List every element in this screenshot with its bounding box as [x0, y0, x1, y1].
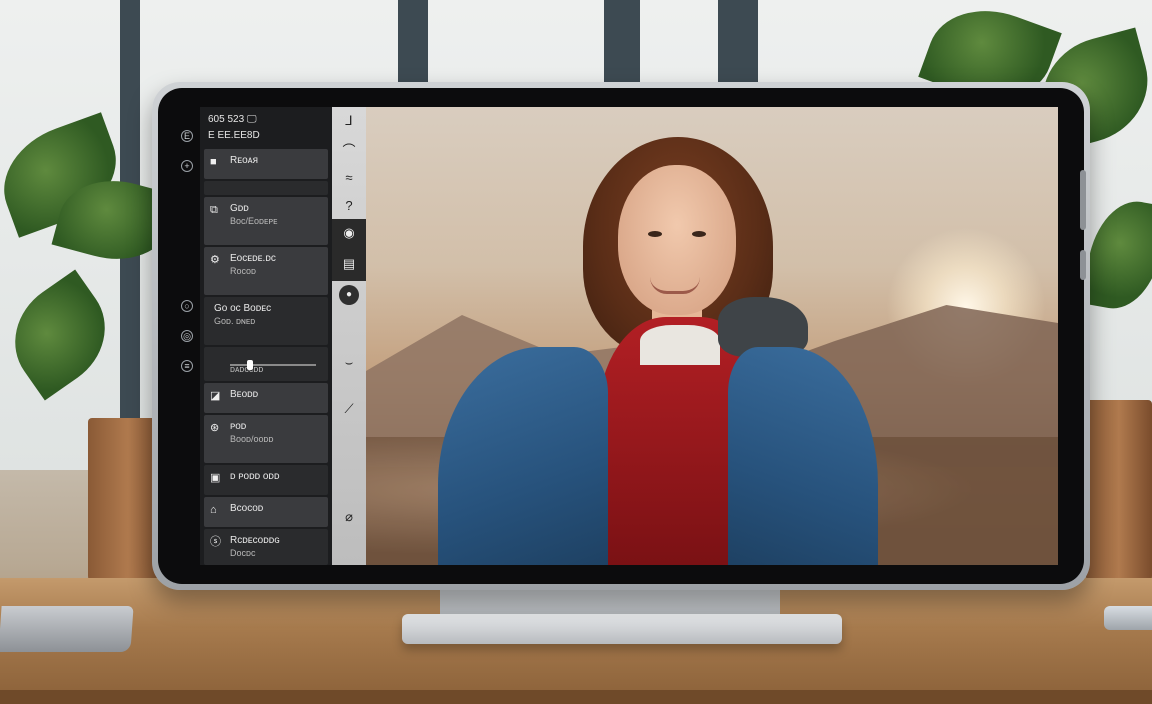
tablet-stand-base: [402, 614, 842, 644]
panel-item-sub: Dᴏᴄᴅᴄ: [230, 548, 256, 558]
sidebar-header-row: 605 523 🖵: [208, 113, 257, 125]
panel-item-stamp[interactable]: ⌂ Bᴄᴏᴄᴏᴅ: [204, 497, 328, 527]
menu-icon[interactable]: ≡: [181, 360, 193, 372]
panel-item-label: ᴘᴏᴅ: [230, 421, 247, 432]
image-icon: ▣: [210, 472, 221, 484]
camera-icon: E: [181, 130, 193, 142]
denim-jacket-left: [438, 347, 608, 565]
crop-icon: ◪: [210, 390, 221, 402]
panel-item-filters[interactable]: ⊛ ᴘᴏᴅ Bᴏᴏᴅ/ᴏᴏᴅᴅ: [204, 415, 328, 463]
opacity-slider-track[interactable]: [230, 360, 316, 370]
panel-item-label: Bᴇᴏᴅᴅ: [230, 389, 259, 400]
stamp-icon: ⌂: [210, 504, 217, 516]
panel-item-label: Eoᴄᴇᴅᴇ.ᴅᴄ: [230, 253, 276, 264]
layers-sidebar: 605 523 🖵 E EE.EE8D ■ Rᴇᴏᴀᴙ ⧉ Gᴅᴅ Boc/Eo…: [200, 107, 332, 565]
eye: [692, 231, 706, 237]
panel-item-sub: Bᴏᴏᴅ/ᴏᴏᴅᴅ: [230, 434, 274, 444]
portrait-subject: [428, 117, 878, 565]
color-picker-icon[interactable]: ●: [332, 281, 366, 309]
square-icon: ■: [210, 156, 217, 168]
desk-edge: [0, 690, 1152, 704]
home-icon[interactable]: ○: [181, 300, 193, 312]
panel-item-export[interactable]: ▣ ᴅ ᴘᴏᴅᴅ ᴏᴅᴅ: [204, 465, 328, 495]
filter-icon: ⊛: [210, 422, 220, 434]
volume-button[interactable]: [1080, 170, 1086, 230]
panel-item-crop[interactable]: ◪ Bᴇᴏᴅᴅ: [204, 383, 328, 413]
eye: [648, 231, 662, 237]
plant-pot: [1086, 400, 1152, 586]
panel-item-label: Rᴇᴏᴀᴙ: [230, 155, 259, 166]
white-sweater: [640, 325, 720, 365]
panel-item-label: Gᴅᴅ: [230, 203, 249, 214]
panel-item-restore[interactable]: ⓢ Rᴄᴅᴇᴄᴏᴅᴅɢ Dᴏᴄᴅᴄ: [204, 529, 328, 565]
help-icon[interactable]: ?: [332, 191, 366, 219]
sidebar-header: 605 523 🖵 E EE.EE8D: [200, 107, 332, 147]
panel-item-brush[interactable]: Go ᴏᴄ Boᴅᴇᴄ Goᴅ. ᴅɴᴇᴅ: [204, 297, 328, 345]
eraser-tool-icon[interactable]: ⌀: [332, 503, 366, 531]
panel-item-sub: Boc/Eoᴅᴇᴘᴇ: [230, 216, 278, 226]
panel-item-slider[interactable]: ᴅᴀᴅᴄᴄᴅᴅ: [204, 347, 328, 381]
layers-icon: ⧉: [210, 204, 218, 216]
panel-item-sub: Roᴄᴏᴅ: [230, 266, 256, 276]
panel-item-label: Go ᴏᴄ Boᴅᴇᴄ: [214, 303, 272, 314]
bezel-controls: E + ○ ◎ ≡: [176, 130, 198, 372]
cup-tool-icon[interactable]: ⌣: [332, 349, 366, 377]
panel-item-layers[interactable]: ⧉ Gᴅᴅ Boc/Eoᴅᴇᴘᴇ: [204, 197, 328, 245]
phone: [1104, 606, 1152, 630]
laptop: [0, 606, 134, 652]
panel-item-label: Bᴄᴏᴄᴏᴅ: [230, 503, 264, 514]
eye-icon[interactable]: ◉: [332, 219, 366, 247]
cross-tool-icon[interactable]: ⟋: [332, 395, 366, 423]
tablet-screen: 605 523 🖵 E EE.EE8D ■ Rᴇᴏᴀᴙ ⧉ Gᴅᴅ Boc/Eo…: [200, 107, 1058, 565]
panel-item-adjust[interactable]: ⚙ Eoᴄᴇᴅᴇ.ᴅᴄ Roᴄᴏᴅ: [204, 247, 328, 295]
color-picker-swatch: ●: [339, 285, 359, 305]
photo-canvas[interactable]: [366, 107, 1058, 565]
wave-tool-icon[interactable]: ≈: [332, 163, 366, 191]
panel-item-sub: Goᴅ. ᴅɴᴇᴅ: [214, 316, 256, 326]
speaker-icon: +: [181, 160, 193, 172]
panel-item-empty[interactable]: [204, 181, 328, 195]
history-icon: ⓢ: [210, 536, 221, 548]
opacity-slider-knob[interactable]: [247, 360, 254, 370]
tool-strip: ⅃ ⌒ ≈ ? ◉ ▤ ● ⌣ ⟋ ⌀: [332, 107, 366, 565]
panel-item-resize[interactable]: ■ Rᴇᴏᴀᴙ: [204, 149, 328, 179]
sidebar-header-row: E EE.EE8D: [208, 129, 260, 141]
layers-stack-icon[interactable]: ▤: [332, 247, 366, 281]
panel-item-label: Rᴄᴅᴇᴄᴏᴅᴅɢ: [230, 535, 280, 546]
panel-item-label: ᴅ ᴘᴏᴅᴅ ᴏᴅᴅ: [230, 471, 280, 482]
power-icon[interactable]: ◎: [181, 330, 193, 342]
gear-icon: ⚙: [210, 254, 220, 266]
power-button[interactable]: [1080, 250, 1086, 280]
curve-tool-icon[interactable]: ⌒: [332, 135, 366, 163]
text-tool-icon[interactable]: ⅃: [332, 107, 366, 135]
